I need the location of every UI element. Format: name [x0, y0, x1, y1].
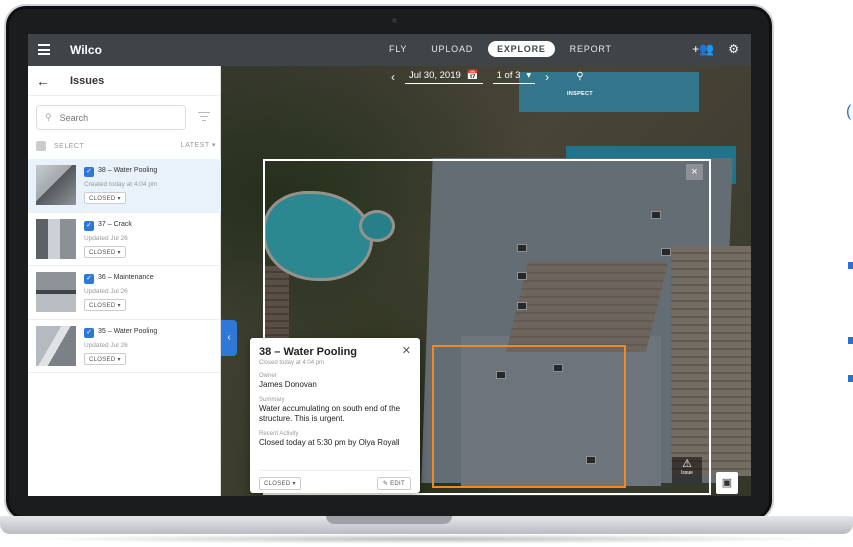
chevron-right-icon[interactable]: › [545, 70, 549, 84]
laptop-base-notch [326, 516, 452, 524]
issue-status-label: CLOSED [89, 303, 116, 309]
nav-report[interactable]: REPORT [561, 41, 621, 57]
sort-label: LATEST [180, 142, 210, 149]
list-item[interactable]: ✓ 36 – Maintenance Updated Jul 26 CLOSED… [28, 266, 221, 320]
back-arrow-icon[interactable]: ← [36, 73, 60, 89]
laptop-camera [392, 18, 397, 23]
cropped-text-fragment: ( [846, 103, 852, 120]
issue-status-dropdown[interactable]: CLOSED ▾ [84, 192, 126, 204]
select-all-checkbox[interactable] [36, 141, 46, 151]
aerial-map[interactable]: × ‹ Jul 30, 2019 📅 1 of 3 ▾ › ⚲ INSPECT … [221, 66, 751, 496]
search-field[interactable]: ⚲ [36, 105, 186, 130]
owner-label: Owner [259, 373, 277, 379]
filter-icon[interactable] [198, 112, 210, 122]
issue-status-label: CLOSED [89, 196, 116, 202]
issue-status-label: CLOSED [89, 356, 116, 363]
app-brand: Wilco [70, 43, 102, 57]
popup-status-label: CLOSED [264, 481, 291, 487]
cropped-bullet [848, 337, 853, 344]
issue-title: 37 – Crack [98, 220, 132, 228]
issue-highlight-box[interactable] [432, 345, 626, 488]
calendar-icon: 📅 [466, 70, 479, 81]
search-input[interactable] [59, 112, 170, 123]
inspect-button[interactable]: ⚲ INSPECT [567, 71, 593, 100]
activity-label: Recent Activity [259, 431, 299, 437]
date-picker[interactable]: Jul 30, 2019 📅 [405, 70, 483, 84]
summary-label: Summary [259, 397, 285, 403]
issue-status-dropdown[interactable]: CLOSED ▾ [84, 245, 126, 258]
issue-popup-card: 38 – Water Pooling ✕ Closed today at 4:0… [250, 338, 420, 493]
issue-status-label: CLOSED [89, 249, 116, 256]
select-label: SELECT [54, 142, 85, 150]
issue-list: ✓ 38 – Water Pooling Created today at 4:… [28, 159, 221, 373]
issue-status-dropdown[interactable]: CLOSED ▾ [84, 299, 126, 311]
chevron-down-icon: ▾ [526, 70, 532, 81]
issue-checkbox[interactable]: ✓ [84, 220, 94, 231]
inspect-icon: ⚲ [576, 71, 584, 82]
nav-upload[interactable]: UPLOAD [422, 41, 482, 57]
app-screen: Wilco FLY UPLOAD EXPLORE REPORT +👥 ⚙ ← I… [28, 34, 751, 496]
select-row: SELECT LATEST ▾ [36, 139, 216, 153]
pager-value: 1 of 3 [496, 70, 521, 81]
nav-fly[interactable]: FLY [380, 41, 416, 57]
list-item[interactable]: ✓ 37 – Crack Updated Jul 26 CLOSED ▾ [28, 213, 221, 266]
summary-value: Water accumulating on south end of the s… [259, 404, 401, 423]
close-icon[interactable]: ✕ [402, 344, 411, 357]
issues-sidebar: ← Issues ⚲ SELECT LATEST ▾ ✓ 38 – Water … [28, 66, 221, 496]
popup-status-dropdown[interactable]: CLOSED ▾ [259, 477, 301, 490]
laptop-shadow [20, 534, 833, 544]
cropped-bullet [848, 262, 853, 269]
issue-status-dropdown[interactable]: CLOSED ▾ [84, 352, 126, 365]
popup-title: 38 – Water Pooling [259, 346, 358, 358]
issue-checkbox[interactable]: ✓ [84, 327, 94, 338]
add-user-icon[interactable]: +👥 [692, 42, 714, 56]
capture-pager[interactable]: 1 of 3 ▾ [492, 70, 536, 84]
sidebar-header: ← Issues [28, 66, 220, 96]
issue-checkbox[interactable]: ✓ [84, 167, 94, 177]
top-navigation-bar: Wilco FLY UPLOAD EXPLORE REPORT +👥 ⚙ [28, 34, 751, 66]
edit-button[interactable]: ✎ EDIT [376, 477, 411, 490]
recenter-icon[interactable]: ▣ [716, 472, 738, 494]
chevron-left-icon[interactable]: ‹ [391, 70, 395, 84]
close-icon[interactable]: × [686, 164, 703, 180]
issue-subtitle: Updated Jul 26 [84, 234, 128, 242]
nav-explore[interactable]: EXPLORE [488, 41, 555, 57]
sort-dropdown[interactable]: LATEST ▾ [181, 141, 216, 149]
list-item[interactable]: ✓ 38 – Water Pooling Created today at 4:… [28, 159, 221, 213]
issue-thumbnail [36, 325, 76, 366]
issue-checkbox[interactable]: ✓ [84, 274, 94, 284]
page: ( Wilco FLY UPLOAD EXPLORE REPORT +👥 ⚙ ←… [0, 0, 853, 547]
issue-title: 35 – Water Pooling [98, 327, 158, 335]
issue-thumbnail [36, 165, 76, 205]
edit-label: EDIT [390, 481, 405, 487]
issue-subtitle: Updated Jul 26 [84, 288, 128, 295]
issue-title: 38 – Water Pooling [98, 167, 158, 174]
date-toolbar: ‹ Jul 30, 2019 📅 1 of 3 ▾ › [391, 70, 549, 84]
issue-thumbnail [36, 218, 76, 259]
cropped-bullet [848, 375, 853, 382]
issue-subtitle: Updated Jul 26 [84, 341, 128, 349]
warning-icon: ⚠ [682, 458, 692, 470]
collapse-sidebar-button[interactable]: ‹ [221, 320, 237, 356]
add-issue-button[interactable]: ⚠ Issue [672, 457, 702, 483]
top-right-icons: +👥 ⚙ [692, 42, 739, 56]
activity-value: Closed today at 5:30 pm by Olya Royall [259, 438, 400, 447]
date-value: Jul 30, 2019 [409, 70, 461, 81]
popup-subtitle: Closed today at 4:04 pm [259, 360, 325, 366]
issue-label: Issue [681, 470, 693, 476]
menu-icon[interactable] [38, 44, 50, 55]
inspect-label: INSPECT [567, 91, 593, 97]
issue-title: 36 – Maintenance [98, 274, 154, 281]
list-item[interactable]: ✓ 35 – Water Pooling Updated Jul 26 CLOS… [28, 320, 221, 373]
main-nav: FLY UPLOAD EXPLORE REPORT [380, 41, 627, 57]
issue-thumbnail [36, 272, 76, 312]
search-icon: ⚲ [45, 112, 52, 122]
popup-footer: CLOSED ▾ ✎ EDIT [259, 470, 411, 490]
gear-icon[interactable]: ⚙ [728, 42, 739, 56]
sidebar-title: Issues [70, 74, 105, 87]
owner-value: James Donovan [259, 380, 317, 389]
issue-subtitle: Created today at 4:04 pm [84, 181, 158, 188]
